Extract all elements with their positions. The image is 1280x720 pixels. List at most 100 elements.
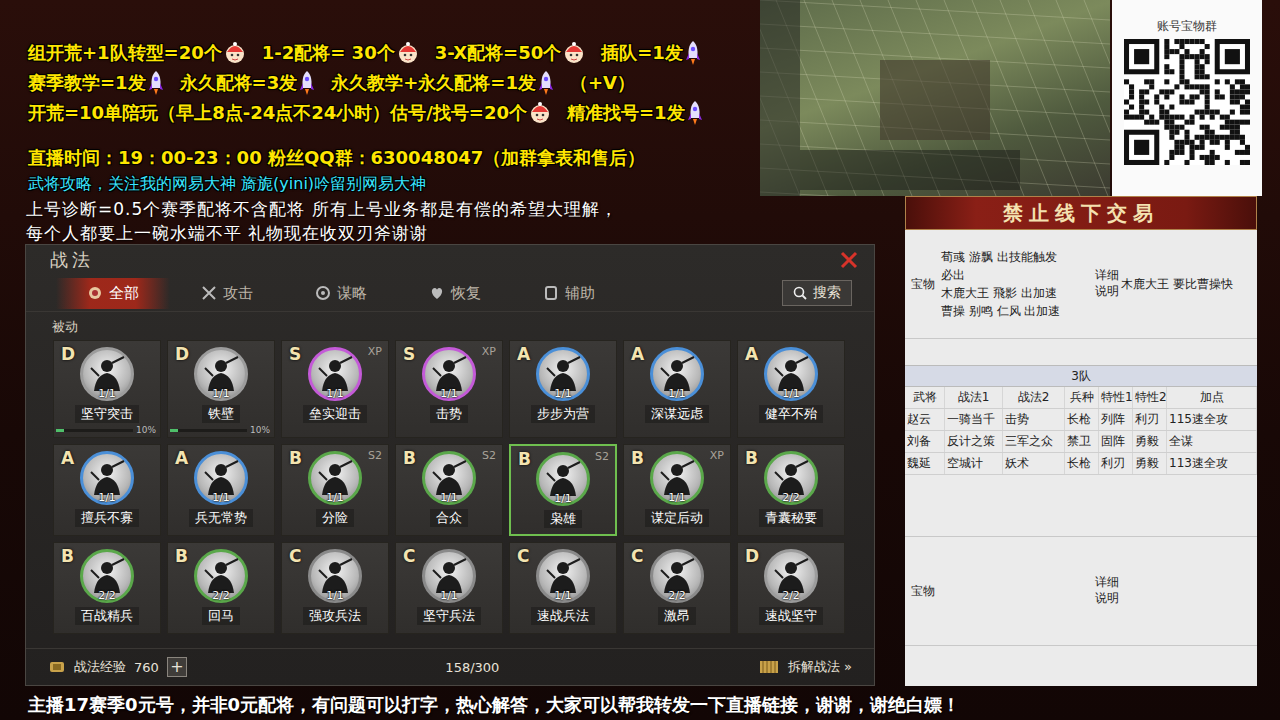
tactic-card[interactable]: 2/2B百战精兵 [53, 542, 161, 634]
tactic-portrait: 1/1 [308, 451, 362, 505]
tab[interactable]: 辅助 [512, 278, 626, 309]
tactic-card[interactable]: 1/1A深谋远虑 [623, 340, 731, 438]
tactic-card[interactable]: 1/1D铁壁10% [167, 340, 275, 438]
progress-percent: 10% [250, 425, 270, 435]
section-label: 被动 [26, 312, 874, 340]
tab-bar: 全部攻击谋略 恢复 辅助 搜索 [26, 275, 874, 312]
tactic-count: 1/1 [311, 387, 359, 400]
tactic-card[interactable]: 1/1A兵无常势 [167, 444, 275, 536]
progress-row: 10% [168, 423, 274, 437]
treasure-label: 宝物 [905, 583, 941, 600]
tactic-count: 1/1 [83, 491, 131, 504]
close-button[interactable] [838, 249, 860, 271]
progress-track [56, 429, 133, 432]
tactic-card[interactable]: 1/1SXP垒实迎击 [281, 340, 389, 438]
tactic-card[interactable]: 1/1C坚守兵法 [395, 542, 503, 634]
qr-label: 账号宝物群 [1157, 18, 1217, 35]
tactic-grade: A [745, 344, 758, 364]
decompose-button[interactable]: 拆解战法 » [758, 658, 852, 676]
tactic-grade: B [745, 448, 758, 468]
game-video [760, 0, 1110, 196]
tactic-grade: A [175, 448, 188, 468]
tactic-card[interactable]: 1/1BS2合众 [395, 444, 503, 536]
tactic-name: 速战坚守 [759, 607, 823, 625]
price-text: 精准找号=1发 [567, 101, 685, 125]
tab-label: 辅助 [565, 284, 595, 303]
tactic-card[interactable]: 2/2C激昂 [623, 542, 731, 634]
tactic-tag: S2 [482, 449, 496, 462]
face-icon [224, 42, 246, 64]
tactic-portrait: 1/1 [308, 549, 362, 603]
treasure-lines: 荀彧 游飘 出技能触发必出木鹿大王 飛影 出加速曹操 别鸣 仁风 出加速 [941, 249, 1091, 319]
table-cell: 反计之策 [945, 431, 1003, 452]
lineup-panel: 禁止线下交易宝物荀彧 游飘 出技能触发必出木鹿大王 飛影 出加速曹操 别鸣 仁风… [905, 196, 1257, 686]
tactic-grid: 1/1D坚守突击10%1/1D铁壁10%1/1SXP垒实迎击1/1SXP击势1/… [26, 340, 874, 648]
price-text: 永久教学+永久配将=1发 [331, 71, 536, 95]
price-item: 精准找号=1发 [567, 100, 703, 126]
dialog-header: 战法 [26, 245, 874, 275]
tactic-count: 2/2 [767, 589, 815, 602]
tactic-card[interactable]: 1/1SXP击势 [395, 340, 503, 438]
table-cell: 一骑当千 [945, 409, 1003, 430]
tab[interactable]: 谋略 [284, 278, 398, 309]
tactic-card[interactable]: 1/1C速战兵法 [509, 542, 617, 634]
tactic-name: 速战兵法 [531, 607, 595, 625]
treasure-detail: 木鹿大王 要比曹操快 [1121, 276, 1257, 293]
tactic-card[interactable]: 1/1A健卒不殆 [737, 340, 845, 438]
tactic-name: 分险 [316, 509, 354, 527]
tactic-grade: A [517, 344, 530, 364]
tactic-count: 1/1 [653, 491, 701, 504]
notice: 上号诊断=0.5个赛季配将不含配将 所有上号业务都是有偿的希望大理解，每个人都要… [0, 196, 880, 244]
table-cell: 113速全攻 [1167, 453, 1257, 474]
tactic-grade: S [289, 344, 301, 364]
tactic-count: 1/1 [539, 589, 587, 602]
tab-label: 恢复 [451, 284, 481, 303]
search-button[interactable]: 搜索 [782, 280, 852, 306]
tab[interactable]: 全部 [56, 278, 170, 309]
decompose-label: 拆解战法 » [788, 658, 852, 676]
tactic-card[interactable]: 1/1A擅兵不寡 [53, 444, 161, 536]
qr-code-box: 账号宝物群 [1112, 0, 1262, 196]
price-line: 赛季教学=1发永久配将=3发永久教学+永久配将=1发（+V） [28, 70, 760, 96]
tactic-card[interactable]: 2/2B回马 [167, 542, 275, 634]
tactic-name: 兵无常势 [189, 509, 253, 527]
table-row: 刘备反计之策三军之众禁卫固阵勇毅全谋 [905, 431, 1257, 453]
tactic-card[interactable]: 1/1BXP谋定后动 [623, 444, 731, 536]
price-line: 开荒=10单陪玩（早上8点-24点不24小时）估号/找号=20个精准找号=1发 [28, 100, 760, 126]
tactic-portrait: 1/1 [536, 452, 590, 506]
tactic-portrait: 1/1 [536, 347, 590, 401]
table-cell: 击势 [1003, 409, 1065, 430]
tactic-name: 百战精兵 [75, 607, 139, 625]
team-title: 3队 [905, 365, 1257, 387]
tactic-count: 1/1 [311, 491, 359, 504]
tactic-name: 击势 [430, 405, 468, 423]
tactic-grade: B [403, 448, 416, 468]
tactic-name: 回马 [202, 607, 240, 625]
tactic-card[interactable]: 1/1A步步为营 [509, 340, 617, 438]
tactic-card[interactable]: 2/2B青囊秘要 [737, 444, 845, 536]
main-area: 上号诊断=0.5个赛季配将不含配将 所有上号业务都是有偿的希望大理解，每个人都要… [0, 196, 1280, 690]
tactic-count: 1/1 [425, 491, 473, 504]
tab[interactable]: 恢复 [398, 278, 512, 309]
tactic-card[interactable]: 1/1C强攻兵法 [281, 542, 389, 634]
table-cell: 赵云 [905, 409, 945, 430]
tactic-card[interactable]: 1/1BS2分险 [281, 444, 389, 536]
tactic-name: 铁壁 [202, 405, 240, 423]
table-header: 武将战法1战法2兵种特性1特性2加点 [905, 387, 1257, 409]
tactic-portrait: 1/1 [80, 451, 134, 505]
tactic-card[interactable]: 1/1BS2枭雄 [509, 444, 617, 536]
add-exp-button[interactable]: + [167, 657, 187, 677]
price-item: 开荒=10单陪玩（早上8点-24点不24小时）估号/找号=20个 [28, 101, 551, 125]
tactic-card[interactable]: 1/1D坚守突击10% [53, 340, 161, 438]
tactic-card[interactable]: 2/2D速战坚守 [737, 542, 845, 634]
treasure-line: 必出 [941, 267, 1091, 283]
tab-icon [315, 285, 331, 301]
price-text: 永久配将=3发 [180, 71, 298, 95]
column-header: 特性2 [1133, 387, 1167, 408]
tab[interactable]: 攻击 [170, 278, 284, 309]
tactic-portrait: 2/2 [194, 549, 248, 603]
price-text: （+V） [570, 71, 635, 95]
price-item: 3-X配将=50个 [435, 41, 586, 65]
tactic-count: 1/1 [197, 387, 245, 400]
table-cell: 115速全攻 [1167, 409, 1257, 430]
